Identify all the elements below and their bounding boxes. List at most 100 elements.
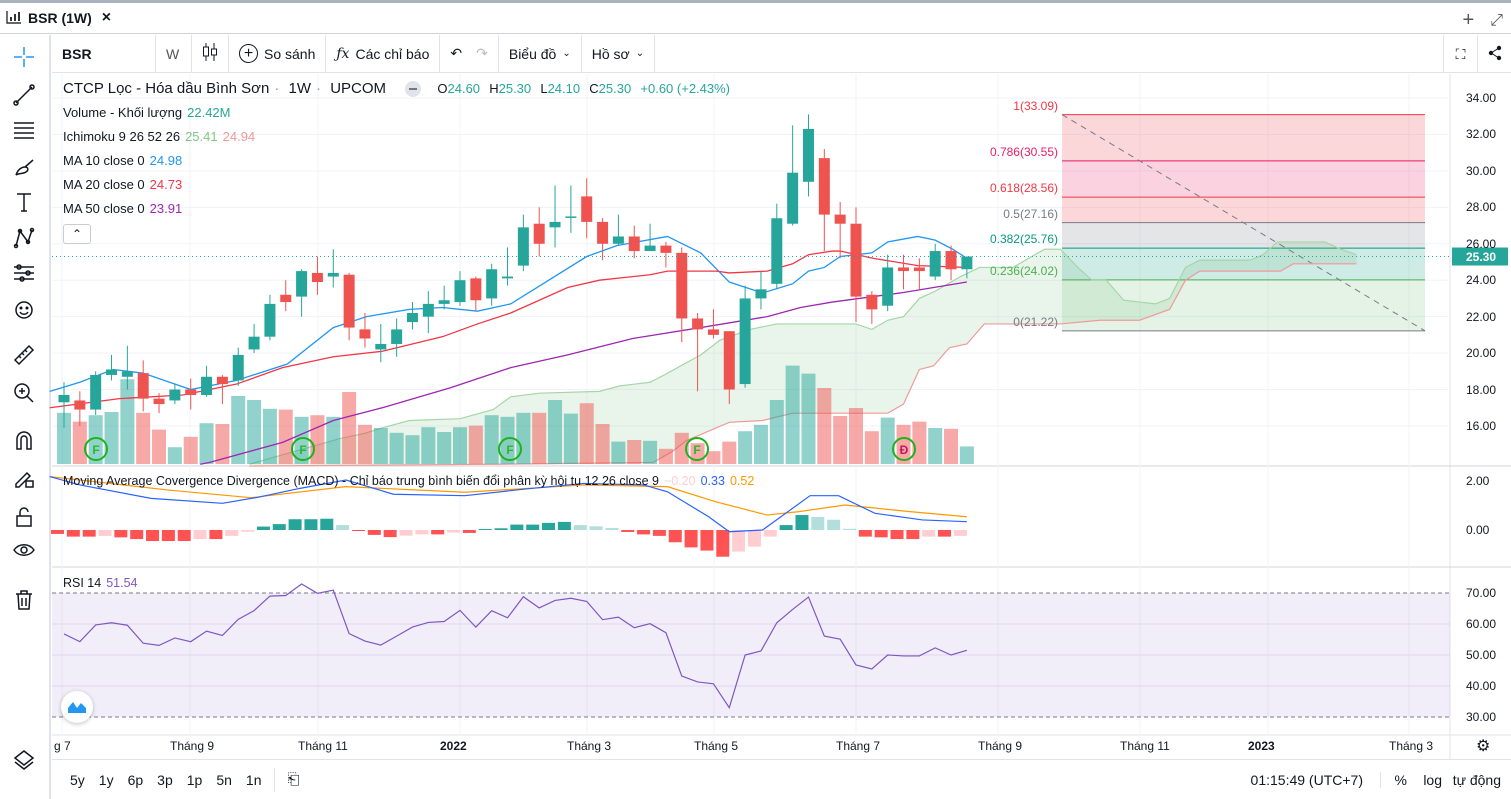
goto-date-icon[interactable]: ⎗ <box>287 771 299 788</box>
ma20-label: MA 20 close 0 <box>63 177 145 192</box>
company-name: CTCP Lọc - Hóa dầu Bình Sơn <box>63 80 270 97</box>
candle <box>866 291 878 324</box>
rsi-band <box>52 593 1450 717</box>
macd-signal-value: 0.52 <box>729 474 755 488</box>
volume-bar <box>310 415 325 464</box>
macd-histogram-bar <box>367 530 381 535</box>
rsi-axis-label: 60.00 <box>1466 617 1497 631</box>
change-value: +0.60 (+2.43%) <box>640 81 731 96</box>
candle <box>517 214 529 272</box>
ichimoku-legend[interactable]: Ichimoku 9 26 52 26 25.41 24.94 <box>63 129 260 144</box>
macd-histogram-bar <box>320 518 334 530</box>
macd-histogram-bar <box>827 519 841 530</box>
rsi-axis-label: 50.00 <box>1466 648 1497 662</box>
volume-value: 22.42M <box>187 105 231 120</box>
time-axis-label: Tháng 11 <box>1120 739 1170 753</box>
candle-body <box>327 272 339 277</box>
ichimoku-label: Ichimoku 9 26 52 26 <box>63 129 181 144</box>
volume-bar <box>183 436 198 464</box>
price-axis-label: 20.00 <box>1466 346 1497 361</box>
settings-icon[interactable]: ⚙ <box>1476 736 1490 756</box>
rsi-axis-label: 30.00 <box>1466 710 1497 724</box>
candle-body <box>264 303 276 337</box>
ma20-value: 24.73 <box>149 177 183 192</box>
macd-histogram-bar <box>605 528 619 530</box>
candle-body <box>296 271 308 297</box>
candle <box>787 125 799 226</box>
macd-legend[interactable]: Moving Average Covergence Divergence (MA… <box>63 474 759 488</box>
price-axis-label: 30.00 <box>1466 163 1497 178</box>
range-3p[interactable]: 3p <box>150 772 180 788</box>
macd-histogram-bar <box>589 526 603 530</box>
auto-toggle[interactable]: tự động <box>1453 772 1501 788</box>
range-5n[interactable]: 5n <box>209 772 239 788</box>
rsi-legend[interactable]: RSI 14 51.54 <box>63 576 143 590</box>
rsi-label: RSI 14 <box>63 576 102 590</box>
ma50-legend[interactable]: MA 50 close 0 23.91 <box>63 201 187 216</box>
low-label: L <box>540 81 548 96</box>
macd-histogram-bar <box>256 526 270 530</box>
candle <box>834 201 846 259</box>
volume-bar <box>532 412 547 464</box>
rsi-value: 51.54 <box>106 576 138 590</box>
volume-bar <box>785 365 800 464</box>
price-axis-label: 16.00 <box>1466 418 1497 433</box>
ma20-legend[interactable]: MA 20 close 0 24.73 <box>63 177 187 192</box>
macd-histogram-bar <box>431 530 445 535</box>
low-value: 24.10 <box>547 81 581 96</box>
macd-axis-label: 0.00 <box>1466 523 1490 537</box>
candle <box>913 258 925 290</box>
open-label: O <box>437 81 448 96</box>
candle-body <box>311 272 323 283</box>
macd-value: 0.33 <box>700 474 725 488</box>
percent-toggle[interactable]: % <box>1379 771 1407 788</box>
volume-bar <box>389 432 404 464</box>
ma50-value: 23.91 <box>149 201 183 216</box>
macd-histogram-bar <box>953 530 967 536</box>
hide-legend-icon[interactable] <box>405 81 422 98</box>
tradingview-logo-button[interactable] <box>61 691 93 723</box>
range-1y[interactable]: 1y <box>92 772 121 788</box>
candle-body <box>898 267 910 272</box>
range-6p[interactable]: 6p <box>121 772 151 788</box>
volume-bar <box>912 421 927 464</box>
log-toggle[interactable]: log <box>1423 772 1442 788</box>
ma10-legend[interactable]: MA 10 close 0 24.98 <box>63 153 187 168</box>
close-value: 25.30 <box>598 81 632 96</box>
range-1p[interactable]: 1p <box>180 772 210 788</box>
volume-bar <box>357 424 372 464</box>
range-5y[interactable]: 5y <box>63 772 92 788</box>
signal-label: F <box>506 443 513 457</box>
time-axis-label: Tháng 7 <box>836 739 881 753</box>
macd-histogram-bar <box>795 515 809 530</box>
macd-histogram-bar <box>779 525 793 530</box>
candle <box>802 114 814 197</box>
volume-bar <box>72 421 87 464</box>
volume-legend[interactable]: Volume - Khối lượng 22.42M <box>63 105 236 120</box>
volume-bar <box>595 424 610 464</box>
candle <box>137 360 149 412</box>
candle-body <box>612 236 624 244</box>
candle <box>248 323 260 354</box>
macd-histogram-bar <box>241 530 255 532</box>
range-1n[interactable]: 1n <box>239 772 269 788</box>
candle <box>882 254 894 312</box>
macd-axis-label: 2.00 <box>1466 474 1490 488</box>
candle-body <box>565 216 577 218</box>
candle-body <box>470 278 482 301</box>
macd-histogram-bar <box>66 530 80 537</box>
time-axis-label: Tháng 9 <box>170 739 215 753</box>
candle-body <box>153 398 165 405</box>
candle-body <box>517 227 529 266</box>
candle <box>201 365 213 397</box>
candle <box>391 318 403 357</box>
current-price-label: 25.30 <box>1466 249 1497 264</box>
volume-bar <box>769 400 784 464</box>
volume-bar <box>405 435 420 464</box>
candle <box>660 241 672 268</box>
volume-bar <box>484 415 499 464</box>
candle-body <box>581 196 593 222</box>
volume-bar <box>833 416 848 464</box>
volume-bar <box>611 441 626 464</box>
collapse-legend-button[interactable]: ⌃ <box>63 224 91 244</box>
